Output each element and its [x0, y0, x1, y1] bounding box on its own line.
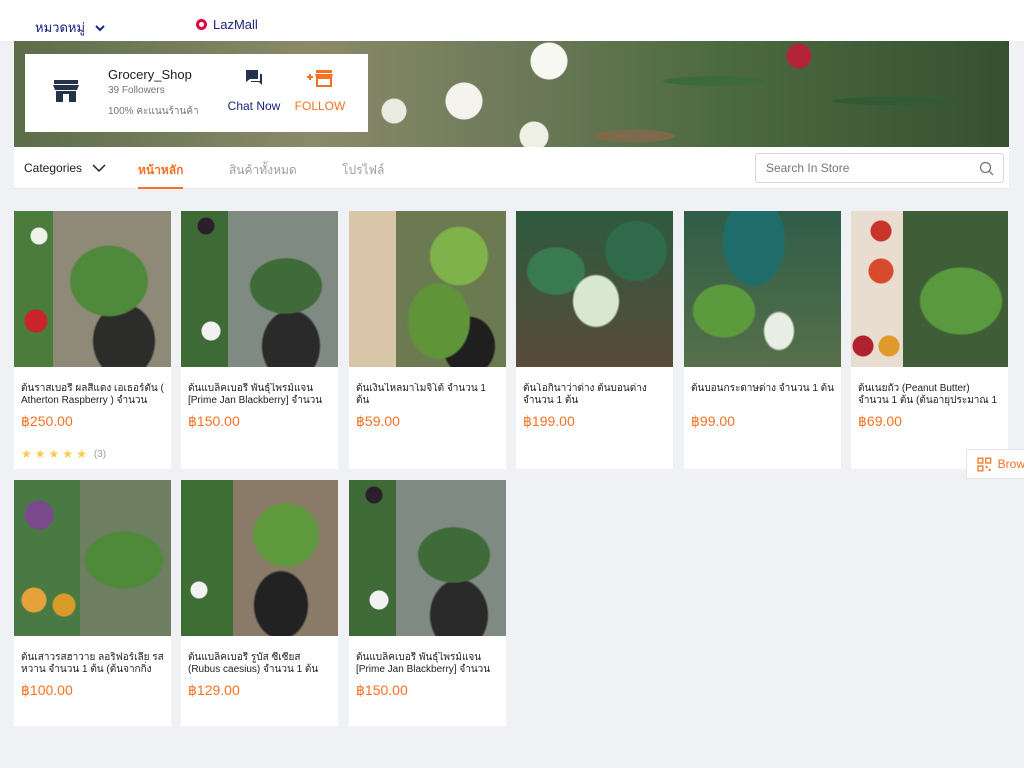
product-title: ต้นโอกินาว่าด่าง ต้นบอนด่าง จำนวน 1 ต้น: [523, 383, 647, 406]
lazmall-link[interactable]: LazMall: [196, 17, 258, 32]
product-price: ฿69.00: [858, 413, 902, 429]
star-icon: ★: [34, 447, 46, 461]
product-card[interactable]: ต้นแบล็คเบอรี่ รูบัส ซีเซียส (Rubus caes…: [181, 480, 338, 726]
search-input[interactable]: [756, 154, 966, 182]
chevron-down-icon: [92, 164, 106, 173]
product-card[interactable]: ต้นราสเบอรี่ ผลสีแดง เอเธอร์ตัน ( Athert…: [14, 211, 171, 469]
follow-store-icon: [307, 70, 333, 87]
product-title: ต้นแบล็คเบอรี่ พันธุ์ไพรม์แจน [Prime Jan…: [356, 652, 491, 675]
shop-rating: 100% คะแนนร้านค้า: [108, 106, 199, 117]
qr-code-icon: [977, 457, 992, 471]
categories-dropdown[interactable]: Categories: [24, 161, 106, 175]
lazmall-icon: [196, 19, 207, 30]
chevron-down-icon: [95, 24, 105, 31]
product-title: ต้นแบล็คเบอรี่ พันธุ์ไพรม์แจน [Prime Jan…: [188, 383, 323, 406]
star-icon: ★: [48, 447, 60, 461]
product-image: [14, 211, 171, 367]
product-price: ฿100.00: [21, 682, 73, 698]
star-icon: ★: [21, 447, 32, 461]
product-card[interactable]: ต้นบอนกระดาษด่าง จำนวน 1 ต้น ฿99.00: [684, 211, 841, 469]
product-card[interactable]: ต้นเสาวรสฮาวาย ลอริฟอร์เลีย รสหวาน จำนวน…: [14, 480, 171, 726]
tab-all-products[interactable]: สินค้าทั้งหมด: [229, 161, 297, 180]
follow-label: FOLLOW: [294, 99, 346, 113]
categories-menu-label: หมวดหมู่: [35, 20, 86, 35]
star-icon: ★: [76, 447, 87, 461]
product-image: [181, 211, 338, 367]
product-card[interactable]: ต้นโอกินาว่าด่าง ต้นบอนด่าง จำนวน 1 ต้น …: [516, 211, 673, 469]
product-price: ฿129.00: [188, 682, 240, 698]
product-card[interactable]: ต้นแบล็คเบอรี่ พันธุ์ไพรม์แจน [Prime Jan…: [349, 480, 506, 726]
product-card[interactable]: ต้นแบล็คเบอรี่ พันธุ์ไพรม์แจน [Prime Jan…: [181, 211, 338, 469]
product-image: [14, 480, 171, 636]
product-price: ฿150.00: [188, 413, 240, 429]
browse-button[interactable]: Brow: [966, 449, 1024, 479]
store-tabs: Categories หน้าหลัก สินค้าทั้งหมด โปรไฟล…: [14, 147, 1009, 189]
product-title: ต้นเสาวรสฮาวาย ลอริฟอร์เลีย รสหวาน จำนวน…: [21, 652, 164, 675]
lazmall-label: LazMall: [213, 17, 258, 32]
star-icon: ★: [62, 447, 74, 461]
chat-now-button[interactable]: Chat Now: [226, 68, 282, 113]
shop-name[interactable]: Grocery_Shop: [108, 67, 192, 82]
product-title: ต้นราสเบอรี่ ผลสีแดง เอเธอร์ตัน ( Athert…: [21, 383, 164, 406]
product-title: ต้นเงินไหลมาโมจิโต้ จำนวน 1 ต้น: [356, 383, 486, 406]
chat-now-label: Chat Now: [227, 99, 281, 113]
top-nav: หมวดหมู่ LazMall: [0, 0, 1024, 41]
review-count: (3): [93, 448, 107, 460]
product-price: ฿250.00: [21, 413, 73, 429]
shop-info-card: Grocery_Shop 39 Followers 100% คะแนนร้าน…: [25, 54, 368, 132]
product-card[interactable]: ต้นเนยถั่ว (Peanut Butter) จำนวน 1 ต้น (…: [851, 211, 1008, 469]
product-price: ฿59.00: [356, 413, 400, 429]
browse-label: Brow: [997, 457, 1024, 471]
store-icon: [53, 80, 79, 102]
follow-button[interactable]: FOLLOW: [294, 68, 346, 113]
product-image: [181, 480, 338, 636]
tab-home[interactable]: หน้าหลัก: [138, 161, 184, 189]
categories-menu[interactable]: หมวดหมู่: [35, 17, 106, 38]
product-image: [349, 480, 506, 636]
product-image: [516, 211, 673, 367]
product-price: ฿199.00: [523, 413, 575, 429]
search-icon[interactable]: [979, 161, 994, 176]
shop-followers: 39 Followers: [108, 85, 165, 96]
product-rating: ★ ★ ★ ★ ★ (3): [21, 448, 164, 460]
product-image: [349, 211, 506, 367]
product-image: [684, 211, 841, 367]
store-search: [755, 153, 1004, 183]
product-price: ฿99.00: [691, 413, 735, 429]
tab-profile[interactable]: โปรไฟล์: [342, 161, 384, 180]
product-title: ต้นเนยถั่ว (Peanut Butter) จำนวน 1 ต้น (…: [858, 383, 998, 406]
product-title: ต้นบอนกระดาษด่าง จำนวน 1 ต้น: [691, 383, 834, 394]
product-card[interactable]: ต้นเงินไหลมาโมจิโต้ จำนวน 1 ต้น ฿59.00: [349, 211, 506, 469]
product-title: ต้นแบล็คเบอรี่ รูบัส ซีเซียส (Rubus caes…: [188, 652, 319, 675]
product-image: [851, 211, 1008, 367]
product-price: ฿150.00: [356, 682, 408, 698]
categories-dropdown-label: Categories: [24, 161, 83, 175]
chat-icon: [246, 70, 262, 85]
